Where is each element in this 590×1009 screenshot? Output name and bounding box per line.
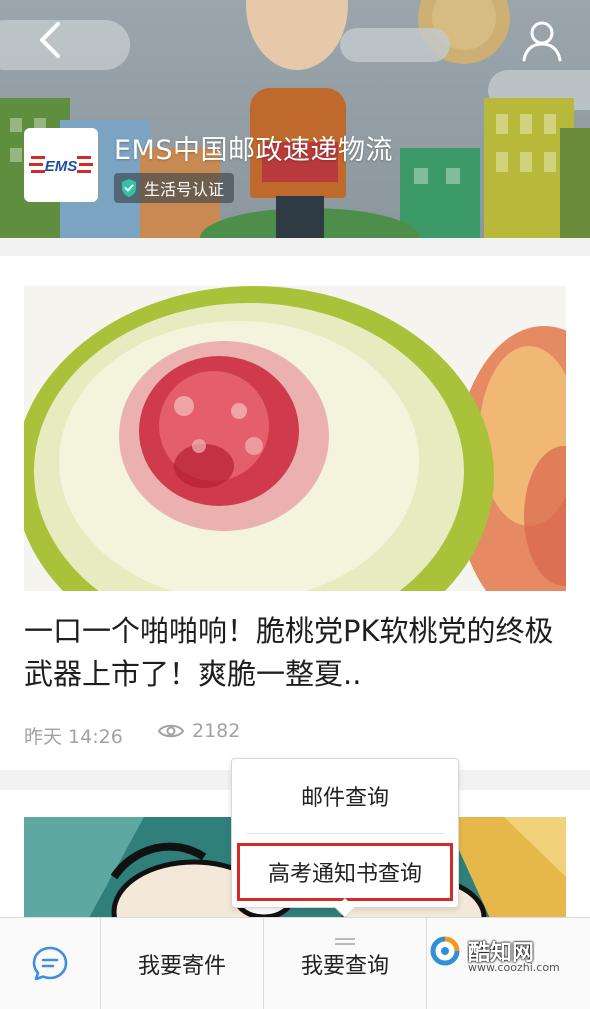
site-watermark: 酷知网 www.coozhi.com	[428, 934, 560, 974]
user-icon	[522, 21, 562, 62]
submenu-indicator-icon	[335, 938, 355, 948]
chat-bubble-icon	[32, 946, 68, 981]
watermark-logo-icon	[430, 936, 460, 966]
chevron-left-icon	[40, 22, 60, 58]
eye-icon	[158, 724, 184, 738]
article-card[interactable]: 一口一个啪啪响！脆桃党PK软桃党的终极武器上市了！爽脆一整夏.. 昨天 14:2…	[0, 256, 590, 770]
article-cover-image[interactable]	[24, 286, 566, 591]
ems-logo: EMS	[29, 156, 93, 175]
chat-input-toggle[interactable]	[0, 918, 100, 1009]
svg-text:EMS: EMS	[45, 158, 78, 175]
verified-check-icon	[122, 179, 136, 197]
account-header-banner	[0, 0, 590, 238]
profile-button[interactable]	[516, 14, 568, 66]
verified-label: 生活号认证	[144, 180, 225, 199]
menu-query-label: 我要查询	[300, 954, 389, 979]
watermark-url: www.coozhi.com	[468, 961, 560, 974]
menu-send-mail[interactable]: 我要寄件	[101, 918, 263, 1009]
menu-item-mail-query[interactable]: 邮件查询	[232, 759, 458, 833]
menu-query[interactable]: 我要查询	[264, 918, 426, 1009]
article-time: 昨天 14:26	[24, 726, 123, 748]
back-button[interactable]	[26, 14, 74, 66]
account-name: EMS中国邮政速递物流	[114, 135, 393, 166]
query-submenu: 邮件查询 高考通知书查询	[231, 758, 459, 918]
article-title[interactable]: 一口一个啪啪响！脆桃党PK软桃党的终极武器上市了！爽脆一整夏..	[24, 610, 566, 696]
menu-divider	[246, 833, 444, 834]
verified-badge: 生活号认证	[114, 173, 235, 203]
views-count: 2182	[192, 720, 241, 742]
article-views: 2182	[158, 720, 240, 742]
peach-photo	[24, 286, 566, 591]
menu-item-admission-letter-query[interactable]: 高考通知书查询	[237, 843, 453, 901]
account-logo[interactable]: EMS	[24, 128, 98, 202]
